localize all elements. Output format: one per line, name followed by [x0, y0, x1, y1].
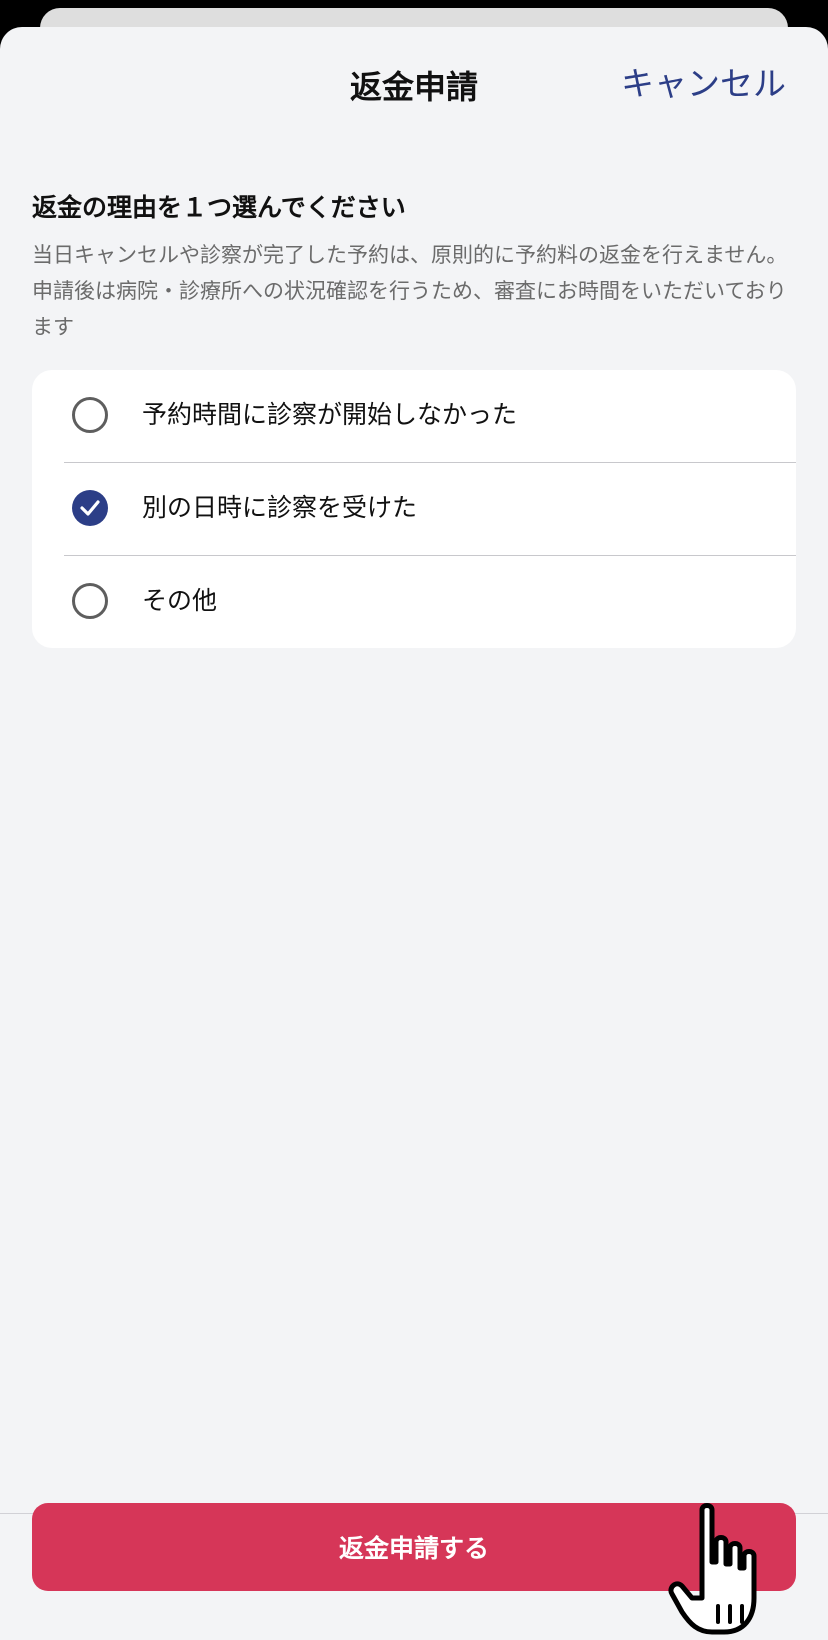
reason-option-label: 予約時間に診察が開始しなかった — [142, 400, 518, 429]
reason-option-other-date[interactable]: 別の日時に診察を受けた — [32, 463, 796, 555]
reason-option-other[interactable]: その他 — [32, 556, 796, 648]
radio-checked-icon[interactable] — [72, 490, 108, 526]
submit-refund-button[interactable]: 返金申請する — [32, 1503, 796, 1591]
checkmark-icon — [80, 500, 100, 516]
reason-option-not-started[interactable]: 予約時間に診察が開始しなかった — [32, 370, 796, 462]
reason-option-label: 別の日時に診察を受けた — [142, 493, 418, 522]
reason-heading: 返金の理由を１つ選んでください — [32, 193, 406, 222]
cancel-button[interactable]: キャンセル — [621, 60, 786, 108]
reason-options-list: 予約時間に診察が開始しなかった 別の日時に診察を受けた その他 — [32, 370, 796, 648]
refund-request-sheet: 返金申請 キャンセル 返金の理由を１つ選んでください 当日キャンセルや診察が完了… — [0, 27, 828, 1640]
radio-unchecked-icon[interactable] — [72, 583, 108, 619]
reason-option-label: その他 — [142, 586, 218, 615]
refund-policy-description: 当日キャンセルや診察が完了した予約は、原則的に予約料の返金を行えません。申請後は… — [32, 243, 788, 339]
radio-unchecked-icon[interactable] — [72, 397, 108, 433]
